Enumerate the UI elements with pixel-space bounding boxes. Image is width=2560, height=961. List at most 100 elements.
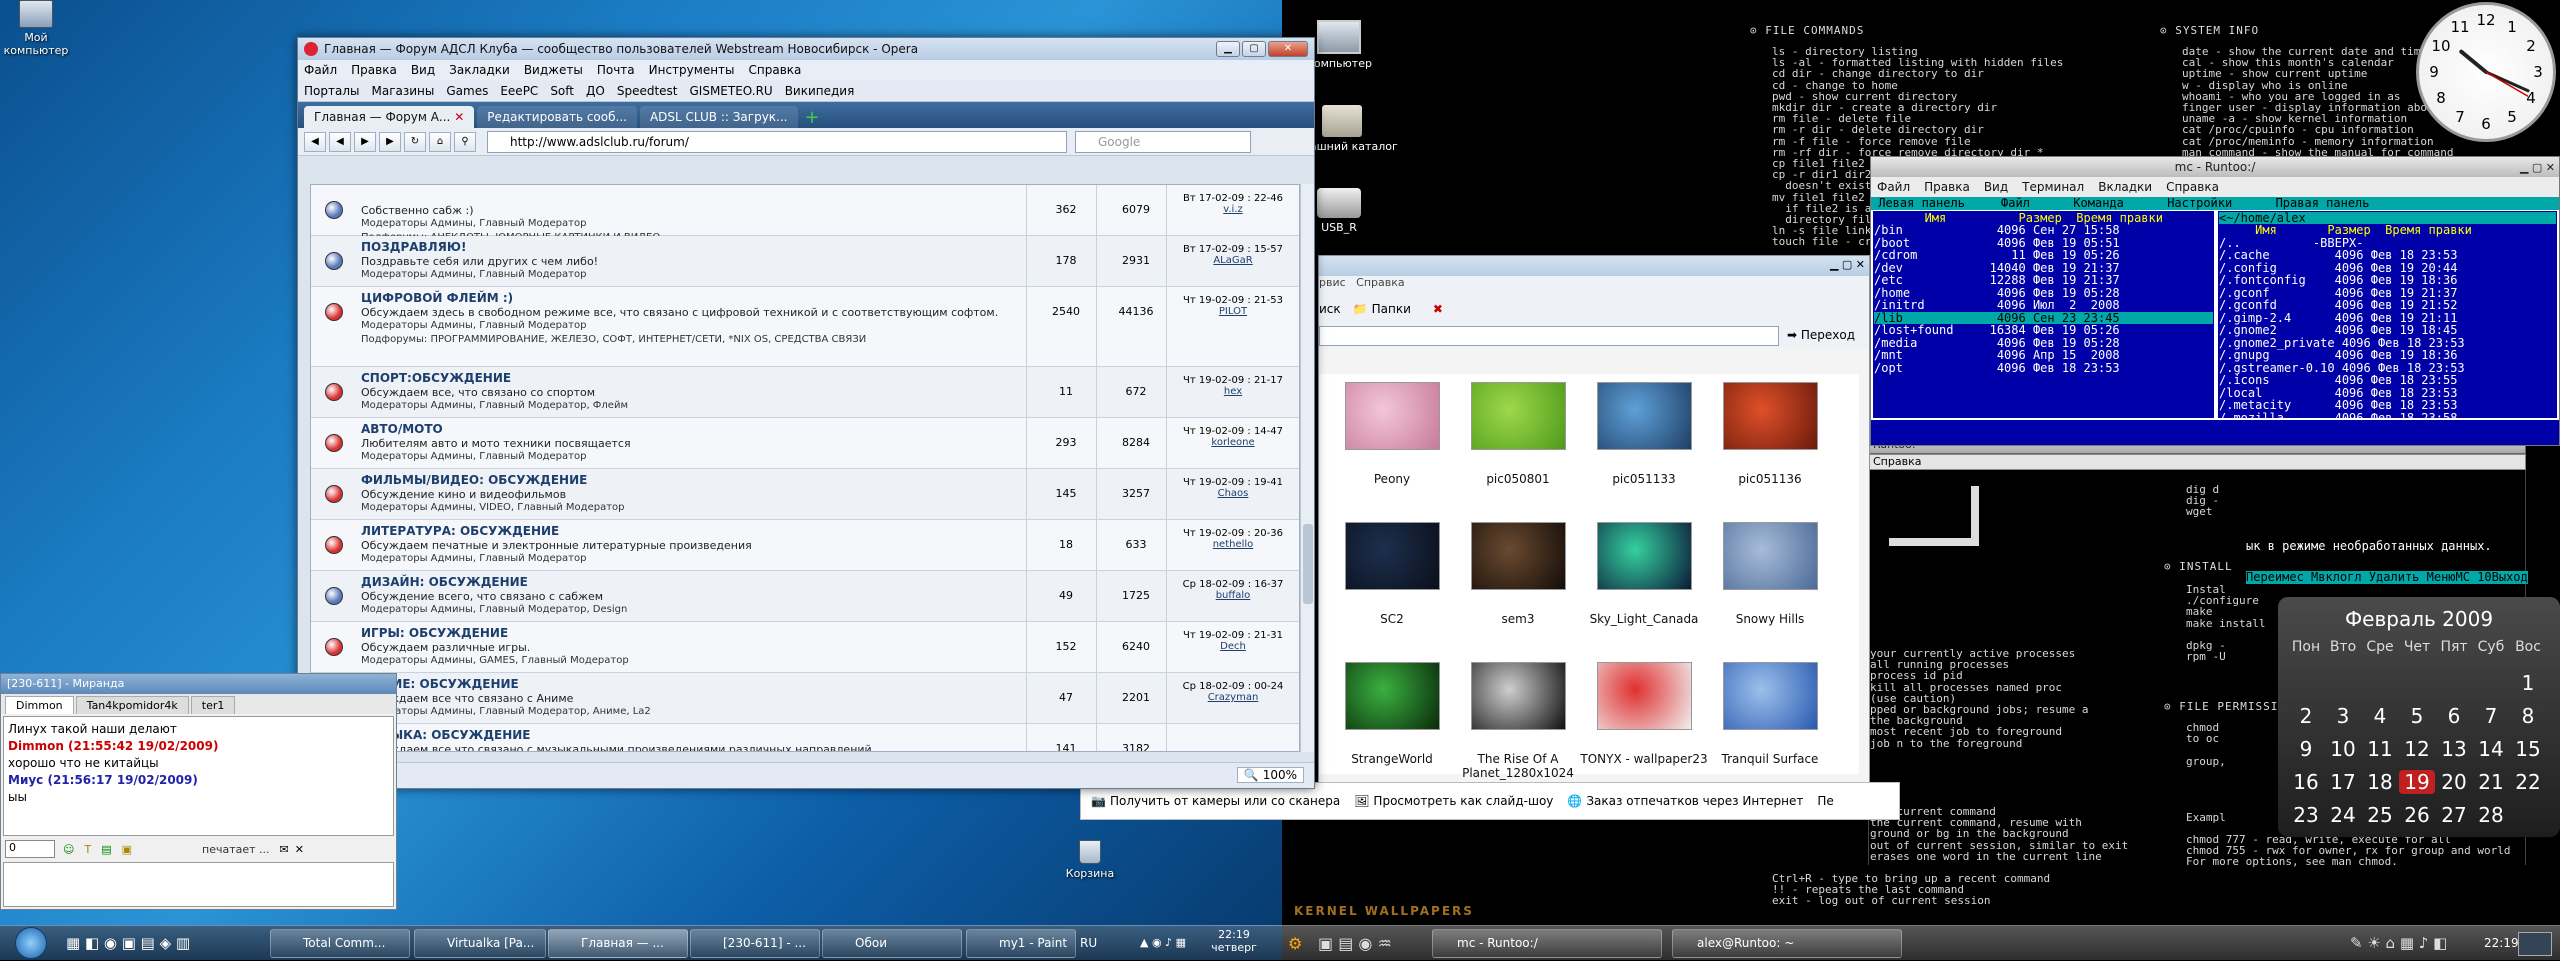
mc-right-row[interactable]: /.gnupg 4096 Фев 19 18:36 [2219, 349, 2556, 362]
menu-item-0[interactable]: Файл [304, 63, 337, 77]
mc-menu-edit[interactable]: Правка [1924, 180, 1970, 194]
forum-moderators[interactable]: Модераторы Админы, Главный Модератор, De… [361, 604, 627, 615]
bookmark-3[interactable]: EeePC [500, 84, 538, 98]
thumbnail-image[interactable] [1723, 662, 1818, 730]
taskbar-item-5[interactable]: Обои [822, 929, 962, 958]
tab-adsl-club[interactable]: ADSL CLUB :: Загрук... [639, 106, 798, 128]
mc-left-row[interactable]: /mnt 4096 Апр 15 2008 [1874, 349, 2213, 362]
tray-icons-linux[interactable]: ✎ ☀ ⌂ ▦ ♪ ◧ [2350, 934, 2447, 952]
mc-right-row[interactable]: /.metacity 4096 Фев 18 23:53 [2219, 399, 2556, 412]
calendar-day[interactable]: 13 [2436, 737, 2472, 761]
explorer-menu-help[interactable]: Справка [1356, 276, 1404, 289]
calendar-day[interactable]: 20 [2436, 770, 2472, 794]
windows-clock[interactable]: 22:19 четверг [1204, 928, 1264, 954]
mc-menu-help[interactable]: Справка [2166, 180, 2219, 194]
thumbnail-image[interactable] [1345, 382, 1440, 450]
taskbar-item-4[interactable]: [230-611] - ... [690, 929, 820, 958]
recycle-bin-desktop-icon[interactable]: Корзина [1055, 840, 1125, 880]
terminal-menu-help[interactable]: Справка [1873, 455, 1921, 468]
zoom-control[interactable]: 🔍 100% [1236, 767, 1304, 783]
forum-title[interactable]: СПОРТ:ОБСУЖДЕНИЕ [361, 371, 511, 385]
thumbnail-label[interactable]: StrangeWorld [1327, 752, 1457, 766]
taskbar-item-2[interactable]: Virtualka [Pa... [414, 929, 546, 958]
taskbar-item-6[interactable]: my1 - Paint [966, 929, 1076, 958]
explorer-folders-button[interactable]: Папки [1372, 302, 1411, 316]
mc-left-panel[interactable]: Имя Размер Время правки /bin 4096 Сен 27… [1871, 209, 2216, 420]
tray-icons[interactable]: ▲ ◉ ♪ ▦ [1140, 936, 1186, 949]
calendar-day[interactable]: 5 [2399, 704, 2435, 728]
chat-tab-2[interactable]: ter1 [190, 696, 236, 714]
mc-right-row[interactable]: /.mozilla 4096 Фев 18 23:58 [2219, 411, 2556, 417]
last-post-user[interactable]: nethello [1213, 539, 1254, 550]
last-post-user[interactable]: v.i.z [1223, 204, 1243, 215]
forum-title[interactable]: ДИЗАЙН: ОБСУЖДЕНИЕ [361, 575, 528, 589]
chat-tab-1[interactable]: Tan4kpomidor4k [75, 696, 189, 714]
bookmark-6[interactable]: Speedtest [617, 84, 678, 98]
mc-right-row[interactable]: /.icons 4096 Фев 18 23:55 [2219, 374, 2556, 387]
smiley-icon[interactable]: ☺ [63, 843, 74, 856]
chat-counter[interactable]: 0 [5, 840, 55, 858]
mc-menu-tabs[interactable]: Вкладки [2098, 180, 2152, 194]
forum-subforums[interactable]: Подфорумы: ПРОГРАММИРОВАНИЕ, ЖЕЛЕЗО, СОФ… [361, 334, 1001, 345]
quick-launch-icons[interactable]: ▦ ◧ ◉ ▣ ▤ ◈ ▥ [66, 934, 190, 952]
thumbnail-label[interactable]: The Rise Of A Planet_1280x1024 [1453, 752, 1583, 780]
tab-edit-post[interactable]: Редактировать сооб... [477, 106, 637, 128]
calendar-day[interactable]: 2 [2288, 704, 2324, 728]
forum-title[interactable]: ПОЗДРАВЛЯЮ! [361, 240, 466, 254]
last-post-user[interactable]: PILOT [1219, 306, 1247, 317]
last-post-user[interactable]: buffalo [1216, 590, 1251, 601]
forum-moderators[interactable]: Модераторы Админы, Главный Модератор [361, 269, 586, 280]
reload-icon[interactable]: ↻ [404, 131, 426, 152]
thumbnail-label[interactable]: Snowy Hills [1705, 612, 1835, 626]
calendar-day[interactable]: 28 [2473, 803, 2509, 827]
forum-moderators[interactable]: Модераторы Админы, Главный Модератор [361, 553, 586, 564]
mc-menu-view[interactable]: Вид [1984, 180, 2008, 194]
task-order-prints[interactable]: Заказ отпечатков через Интернет [1586, 794, 1803, 808]
mc-left-row[interactable]: /lost+found 16384 Фев 19 05:26 [1874, 324, 2213, 337]
last-post-user[interactable]: Chaos [1218, 488, 1249, 499]
thumbnail-label[interactable]: TONYX - wallpaper23 [1579, 752, 1709, 766]
scrollbar-thumb[interactable] [1303, 524, 1313, 604]
calendar-day[interactable]: 8 [2510, 704, 2546, 728]
calendar-day[interactable]: 12 [2399, 737, 2435, 761]
last-post-user[interactable]: korleone [1211, 437, 1254, 448]
menu-item-3[interactable]: Закладки [449, 63, 510, 77]
calendar-day[interactable]: 26 [2399, 803, 2435, 827]
menu-item-7[interactable]: Справка [749, 63, 802, 77]
calendar-day[interactable]: 25 [2362, 803, 2398, 827]
mc-right-row[interactable]: /.fontconfig 4096 Фев 19 18:36 [2219, 274, 2556, 287]
search-input[interactable]: Google [1075, 130, 1251, 153]
thumbnail-image[interactable] [1345, 522, 1440, 590]
mc-topbar[interactable]: Левая панель Файл Команда Настройки Прав… [1871, 197, 2559, 210]
calendar-day[interactable]: 9 [2288, 737, 2324, 761]
calendar-day[interactable]: 24 [2325, 803, 2361, 827]
calendar-day[interactable]: 19 [2399, 770, 2435, 794]
forum-moderators[interactable]: Модераторы Админы, Главный Модератор, Фл… [361, 400, 628, 411]
forum-title[interactable]: ИГРЫ: ОБСУЖДЕНИЕ [361, 626, 508, 640]
language-indicator[interactable]: RU [1080, 936, 1097, 950]
text-format-icon[interactable]: T [84, 843, 91, 856]
forum-title[interactable]: ФИЛЬМЫ/ВИДЕО: ОБСУЖДЕНИЕ [361, 473, 587, 487]
thumbnail-label[interactable]: pic050801 [1453, 472, 1583, 486]
mc-right-row[interactable]: /.gnome2 4096 Фев 19 18:45 [2219, 324, 2556, 337]
taskbar-item-1[interactable]: Total Comm... [270, 929, 410, 958]
maximize-button[interactable]: ▢ [1242, 41, 1266, 57]
mc-right-row[interactable]: /.gconfd 4096 Фев 19 21:52 [2219, 299, 2556, 312]
forum-moderators[interactable]: Модераторы Админы, VIDEO, Главный Модера… [361, 502, 624, 513]
explorer-window-controls[interactable]: ▁ ▢ ✕ [1830, 258, 1865, 271]
calendar-day[interactable]: 27 [2436, 803, 2472, 827]
thumbnail-label[interactable]: pic051133 [1579, 472, 1709, 486]
close-tab-icon[interactable]: ✕ [454, 110, 464, 124]
calendar-day[interactable]: 10 [2325, 737, 2361, 761]
mc-left-row[interactable]: /initrd 4096 Июл 2 2008 [1874, 299, 2213, 312]
explorer-menu-service[interactable]: рвис [1319, 276, 1346, 289]
last-post-user[interactable]: Dech [1220, 641, 1246, 652]
start-button[interactable] [4, 926, 58, 961]
chat-window[interactable]: [230-611] - Mиранда Dimmon Tan4kpomidor4k… [0, 673, 397, 910]
calendar-day[interactable]: 23 [2288, 803, 2324, 827]
explorer-search-button[interactable]: иск [1319, 302, 1341, 316]
bookmark-0[interactable]: Порталы [304, 84, 359, 98]
mc-left-row[interactable]: /etc 12288 Фев 19 21:37 [1874, 274, 2213, 287]
forum-moderators[interactable]: Модераторы Админы, Главный Модератор [361, 218, 586, 229]
opera-window[interactable]: Главная — Форум АДСЛ Клуба — сообщество … [297, 37, 1315, 789]
